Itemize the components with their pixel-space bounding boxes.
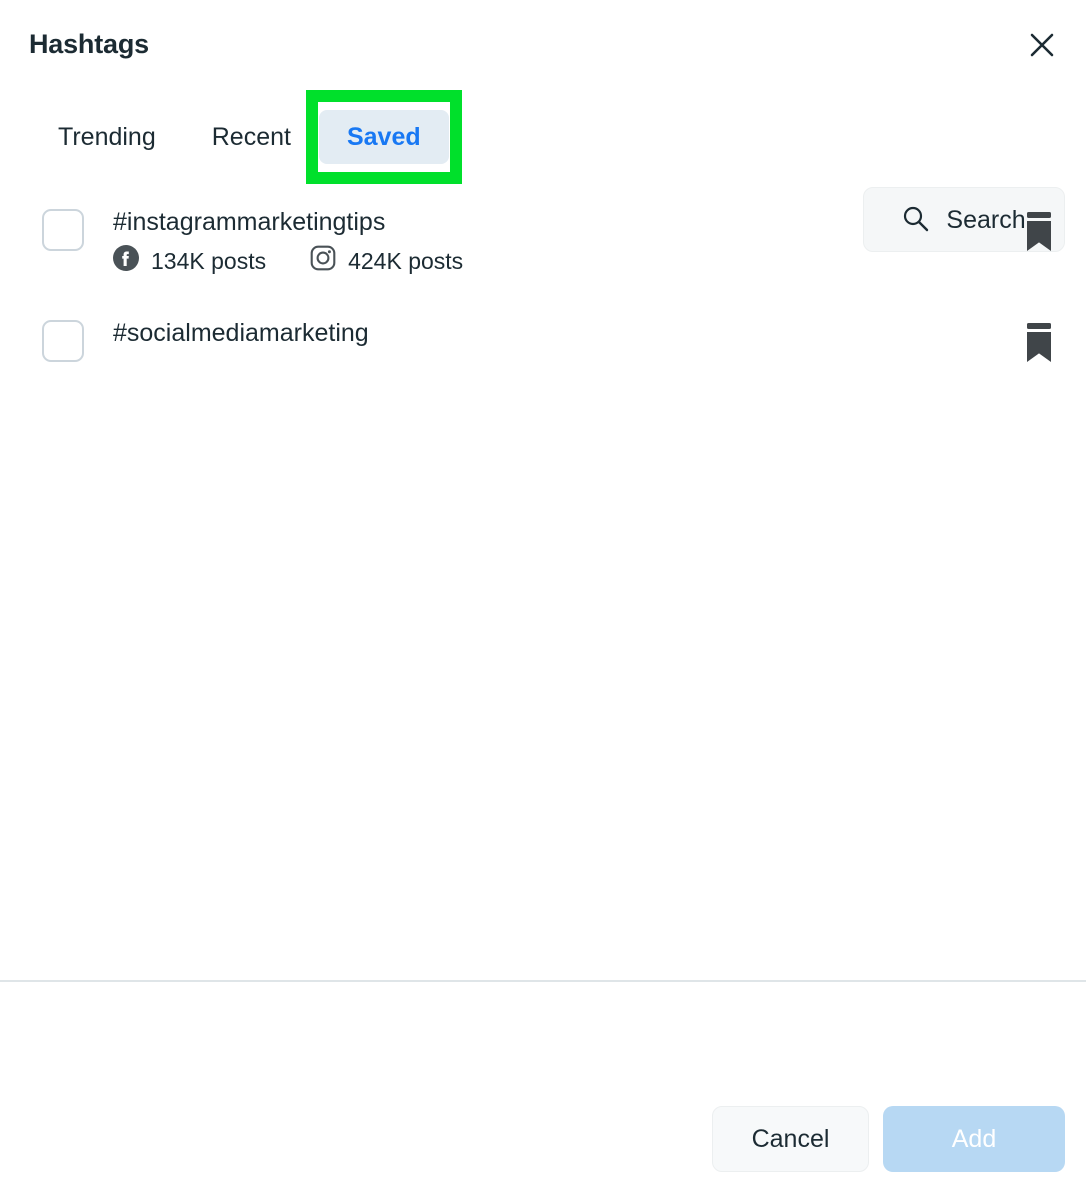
- tab-trending[interactable]: Trending: [30, 110, 184, 164]
- list-item-body: #instagrammarketingtips 134K posts 424K …: [113, 207, 1016, 276]
- bookmark-button[interactable]: [1016, 209, 1062, 255]
- bookmark-button[interactable]: [1016, 320, 1062, 366]
- hashtag-stats: 134K posts 424K posts: [113, 245, 1016, 276]
- hashtag-label: #socialmediamarketing: [113, 319, 369, 347]
- tab-recent[interactable]: Recent: [184, 110, 319, 164]
- list-item[interactable]: #socialmediamarketing: [0, 318, 1086, 374]
- tab-list: Trending Recent Saved: [30, 84, 462, 190]
- dialog-footer: Cancel Add: [0, 982, 1086, 1186]
- stat-facebook: 134K posts: [113, 245, 266, 276]
- list-item[interactable]: #instagrammarketingtips 134K posts 424K …: [0, 207, 1086, 276]
- hashtag-label: #instagrammarketingtips: [113, 208, 386, 236]
- tab-bar: Trending Recent Saved Search: [0, 84, 1086, 252]
- page-title: Hashtags: [29, 29, 149, 59]
- close-button[interactable]: [1020, 23, 1064, 67]
- facebook-post-count: 134K posts: [151, 247, 267, 274]
- tab-saved[interactable]: Saved: [318, 110, 449, 164]
- footer-actions: Cancel Add: [712, 1106, 1065, 1172]
- hashtag-checkbox[interactable]: [42, 209, 84, 251]
- cancel-button[interactable]: Cancel: [712, 1106, 869, 1172]
- close-icon: [1027, 30, 1057, 60]
- hashtag-checkbox[interactable]: [42, 320, 84, 362]
- hashtag-list: #instagrammarketingtips 134K posts 424K …: [0, 190, 1086, 980]
- add-button[interactable]: Add: [883, 1106, 1065, 1172]
- saved-tab-wrapper: Saved: [305, 90, 462, 184]
- stat-instagram: 424K posts: [310, 245, 463, 276]
- list-item-body: #socialmediamarketing: [113, 318, 1016, 349]
- bookmark-icon: [1022, 210, 1056, 255]
- facebook-icon: [113, 245, 139, 276]
- dialog-header: Hashtags: [0, 0, 1086, 84]
- instagram-post-count: 424K posts: [348, 247, 464, 274]
- instagram-icon: [310, 245, 336, 276]
- bookmark-icon: [1022, 321, 1056, 366]
- hashtags-dialog: Hashtags Trending Recent Saved Search #i…: [0, 0, 1086, 1186]
